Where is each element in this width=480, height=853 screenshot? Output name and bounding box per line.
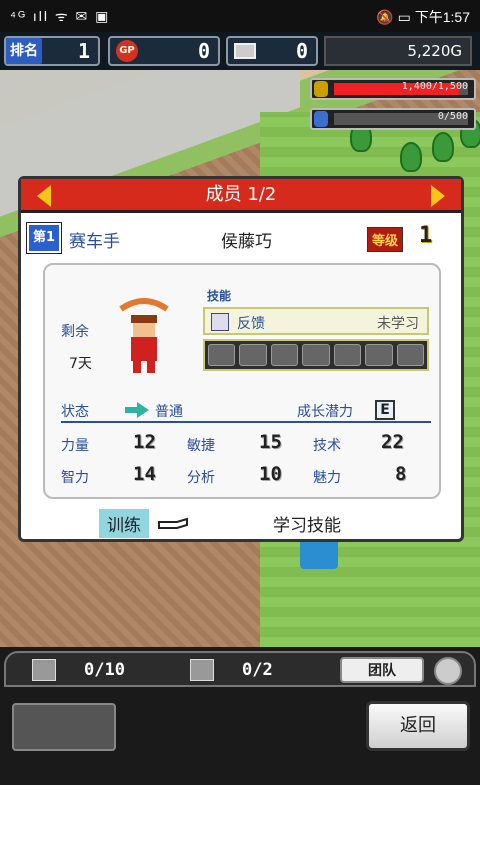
- status-row: 状态 普通 成长潜力 E: [61, 400, 431, 423]
- team-tab[interactable]: 团队: [340, 657, 424, 683]
- racer-avatar-icon: [119, 298, 169, 373]
- prev-arrow-icon[interactable]: [37, 185, 51, 207]
- stat-label: 分析: [187, 470, 215, 486]
- pc-value: 0: [295, 39, 308, 63]
- panel-title: 成员 1/2: [205, 184, 277, 205]
- footer-blank: [26, 785, 456, 853]
- skill-name: 反馈: [237, 316, 265, 332]
- bottle-icon: [314, 111, 328, 127]
- next-arrow-icon[interactable]: [431, 185, 445, 207]
- skill-slot-icon[interactable]: [208, 344, 236, 366]
- level-tag: 等级: [367, 227, 404, 252]
- skill-slot-icon[interactable]: [365, 344, 393, 366]
- learn-skill-button[interactable]: 学习技能: [273, 511, 341, 536]
- gp-icon: GP: [116, 40, 138, 62]
- arrow-right-icon: [125, 402, 149, 418]
- crate-icon: [32, 659, 56, 681]
- tree-icon: [400, 142, 422, 172]
- computer-icon: [234, 43, 256, 59]
- growth-label: 成长潜力: [297, 404, 353, 420]
- skill-slot-icon[interactable]: [396, 344, 424, 366]
- remain-label: 剩余: [61, 324, 89, 340]
- tab-cars-count: 0/2: [242, 660, 273, 680]
- skill-status: 未学习: [377, 316, 419, 332]
- stat-value: 15: [259, 431, 282, 453]
- status-bar: ⁴ᴳ ıll ᯤ ✉ ▣ 🔕 ▭ 下午1:57: [0, 0, 480, 32]
- resource-bar-2: 0/500: [310, 108, 476, 130]
- stat-value: 14: [133, 463, 156, 485]
- blank-button[interactable]: [12, 703, 116, 751]
- car-icon: [190, 659, 214, 681]
- money-display: 5,220G: [324, 36, 472, 66]
- bottom-bar: 0/10 0/2 团队 返回: [0, 647, 480, 785]
- status-right: 🔕 ▭ 下午1:57: [376, 9, 470, 25]
- train-button[interactable]: 训练: [99, 509, 149, 538]
- rank-box[interactable]: 排名 1: [4, 36, 100, 66]
- tab-items-count: 0/10: [84, 660, 125, 680]
- skill-slot-icon[interactable]: [333, 344, 362, 366]
- level-value: 1: [419, 223, 433, 248]
- tree-icon: [432, 132, 454, 162]
- stat-label: 敏捷: [187, 438, 215, 454]
- stat-label: 魅力: [313, 470, 341, 486]
- back-button[interactable]: 返回: [366, 701, 470, 751]
- member-role: 赛车手: [69, 232, 120, 252]
- skill-icon: [211, 313, 229, 331]
- pc-box[interactable]: 0: [226, 36, 318, 66]
- pointing-hand-icon: [158, 517, 188, 529]
- status-left: ⁴ᴳ ıll ᯤ ✉ ▣: [10, 8, 111, 24]
- rank-label: 排名: [6, 38, 42, 64]
- skill-slot-icon[interactable]: [239, 344, 267, 366]
- bottom-tabs: 0/10 0/2 团队: [4, 651, 476, 687]
- stat-label: 智力: [61, 470, 89, 486]
- member-panel: 成员 1/2 第1 赛车手 侯藤巧 等级 1 剩余 7天 技能 反馈 未学习 状…: [18, 176, 464, 542]
- remain-days: 7天: [69, 356, 92, 372]
- bar-text: 1,400/1,500: [401, 81, 468, 92]
- face-icon[interactable]: [434, 657, 462, 685]
- gp-value: 0: [197, 39, 210, 63]
- skill-slot-icon[interactable]: [270, 344, 299, 366]
- member-name: 侯藤巧: [221, 232, 272, 252]
- coin-icon: [314, 81, 328, 97]
- bar-text: 0/500: [437, 111, 468, 122]
- stats-card: 剩余 7天 技能 反馈 未学习 状态 普通 成长潜力 E 力量 12 敏捷 15…: [43, 263, 441, 499]
- stat-value: 10: [259, 463, 282, 485]
- growth-value: E: [375, 400, 395, 420]
- gp-box[interactable]: GP 0: [108, 36, 220, 66]
- panel-header: 成员 1/2: [21, 179, 461, 213]
- tab-items[interactable]: 0/10: [32, 655, 125, 685]
- skill-slot-icon[interactable]: [302, 344, 330, 366]
- stat-label: 力量: [61, 438, 89, 454]
- skill-icons: [203, 339, 429, 371]
- rank-value: 1: [77, 39, 90, 63]
- stat-value: 12: [133, 431, 156, 453]
- status-value: 普通: [155, 404, 183, 420]
- tab-cars[interactable]: 0/2: [190, 655, 273, 685]
- stat-label: 技术: [313, 438, 341, 454]
- rank-badge: 第1: [26, 222, 62, 254]
- skill-row[interactable]: 反馈 未学习: [203, 307, 429, 335]
- status-label: 状态: [61, 404, 89, 420]
- stat-value: 8: [395, 463, 407, 485]
- stat-value: 22: [381, 431, 404, 453]
- resource-bar-1: 1,400/1,500: [310, 78, 476, 100]
- skills-label: 技能: [207, 289, 232, 303]
